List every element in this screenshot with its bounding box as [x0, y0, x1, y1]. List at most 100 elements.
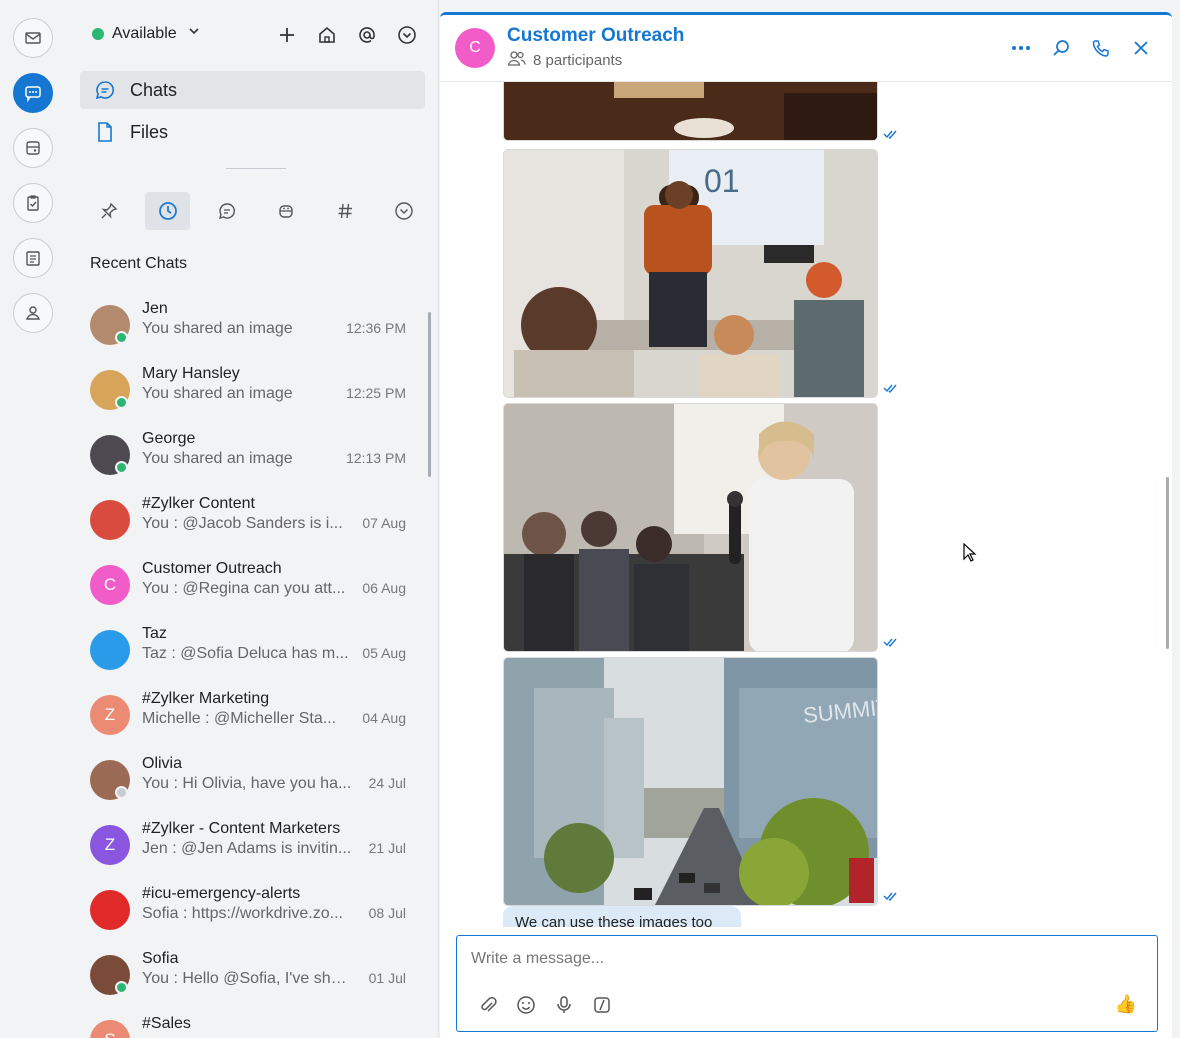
home-icon[interactable]	[314, 22, 340, 48]
chat-list-item[interactable]: S #Sales	[66, 1007, 426, 1038]
participants-count[interactable]: 8 participants	[507, 50, 622, 70]
chat-timestamp: 04 Aug	[362, 710, 406, 726]
more-options-icon[interactable]	[394, 22, 420, 48]
search-icon[interactable]	[1050, 37, 1072, 59]
channel-avatar[interactable]: C	[455, 28, 495, 68]
call-icon[interactable]	[1090, 37, 1112, 59]
read-receipt-icon	[883, 634, 899, 652]
shared-image-presenter[interactable]: 01	[503, 149, 878, 398]
chat-list-item[interactable]: Sofia You : Hello @Sofia, I've shar... 01 …	[66, 942, 426, 1007]
message-composer: 👍	[456, 935, 1158, 1032]
format-text-icon[interactable]	[591, 994, 613, 1016]
presence-dot	[115, 396, 128, 409]
thumbs-up-icon[interactable]: 👍	[1115, 994, 1137, 1015]
more-horizontal-icon[interactable]	[1010, 37, 1032, 59]
chat-name: George	[142, 430, 196, 447]
shared-image-city-street[interactable]: SUMMIT	[503, 657, 878, 906]
avatar	[90, 890, 130, 930]
chat-bubble-icon	[80, 79, 130, 101]
message-scrollbar[interactable]	[1166, 477, 1169, 649]
direct-chats-icon[interactable]	[204, 192, 249, 230]
emoji-icon[interactable]	[515, 994, 537, 1016]
presence-dot	[115, 786, 128, 799]
nav-files[interactable]: Files	[80, 113, 425, 151]
bots-icon[interactable]	[263, 192, 308, 230]
tasks-icon[interactable]	[13, 183, 53, 223]
chat-list-item[interactable]: Taz Taz : @Sofia Deluca has m... 05 Aug	[66, 617, 426, 682]
close-icon[interactable]	[1130, 37, 1152, 59]
chat-timestamp: 24 Jul	[368, 775, 406, 791]
svg-text:01: 01	[704, 163, 740, 199]
chat-filter-tabs	[86, 192, 426, 230]
channels-hash-icon[interactable]	[322, 192, 367, 230]
recent-clock-icon[interactable]	[145, 192, 190, 230]
chevron-down-icon	[187, 24, 201, 43]
chat-last-message: You shared an image	[142, 385, 293, 402]
sidebar-scrollbar[interactable]	[428, 312, 431, 477]
nav-files-label: Files	[130, 121, 169, 142]
chat-name: #Zylker Marketing	[142, 690, 270, 707]
chat-name: #icu-emergency-alerts	[142, 885, 301, 902]
pin-icon[interactable]	[86, 192, 131, 230]
chat-list-item[interactable]: Mary Hansley You shared an image 12:25 PM	[66, 357, 426, 422]
workdrive-icon[interactable]	[13, 128, 53, 168]
chat-timestamp: 01 Jul	[368, 970, 406, 986]
chat-list-item[interactable]: Z #Zylker - Content Marketers Jen : @Jen A…	[66, 812, 426, 877]
attachment-icon[interactable]	[477, 994, 499, 1016]
header-actions	[1010, 37, 1152, 59]
chat-timestamp: 12:25 PM	[346, 385, 406, 401]
channel-title[interactable]: Customer Outreach	[507, 25, 684, 47]
chat-timestamp: 21 Jul	[368, 840, 406, 856]
more-filters-icon[interactable]	[381, 192, 426, 230]
chat-list-item[interactable]: C Customer Outreach You : @Regina can you …	[66, 552, 426, 617]
chat-last-message: Taz : @Sofia Deluca has m...	[142, 645, 349, 662]
read-receipt-icon	[883, 380, 899, 398]
chat-last-message: You : @Regina can you att...	[142, 580, 346, 597]
cliq-chat-icon[interactable]	[13, 73, 53, 113]
chat-timestamp: 12:36 PM	[346, 320, 406, 336]
chat-last-message: You : Hi Olivia, have you ha...	[142, 775, 352, 792]
chat-name: #Sales	[142, 1015, 191, 1032]
microphone-icon[interactable]	[553, 994, 575, 1016]
plus-icon[interactable]	[274, 22, 300, 48]
chat-name: #Zylker Content	[142, 495, 255, 512]
divider	[226, 168, 286, 169]
chat-list-item[interactable]: Jen You shared an image 12:36 PM	[66, 292, 426, 357]
chat-name: Jen	[142, 300, 168, 317]
text-message-bubble[interactable]: We can use these images too	[503, 906, 741, 927]
chat-name: Mary Hansley	[142, 365, 240, 382]
file-icon	[80, 121, 130, 143]
chat-list-item[interactable]: #Zylker Content You : @Jacob Sanders is i…	[66, 487, 426, 552]
mail-icon[interactable]	[13, 18, 53, 58]
participants-label: 8 participants	[533, 51, 623, 69]
chat-name: #Zylker - Content Marketers	[142, 820, 341, 837]
avatar: C	[90, 565, 130, 605]
shared-image-speaker[interactable]	[503, 403, 878, 652]
presence-status-dropdown[interactable]: Available	[92, 24, 201, 43]
chat-list-item[interactable]: Z #Zylker Marketing Michelle : @Micheller …	[66, 682, 426, 747]
online-status-dot	[92, 27, 104, 40]
nav-chats-label: Chats	[130, 79, 178, 100]
shared-image-meeting-table[interactable]	[503, 82, 878, 141]
chat-list-item[interactable]: Olivia You : Hi Olivia, have you ha... 24 …	[66, 747, 426, 812]
chat-timestamp: 05 Aug	[362, 645, 406, 661]
contacts-icon[interactable]	[13, 293, 53, 333]
presence-dot	[115, 981, 128, 994]
notes-icon[interactable]	[13, 238, 53, 278]
avatar	[90, 630, 130, 670]
chat-last-message: You shared an image	[142, 320, 293, 337]
read-receipt-icon	[883, 126, 899, 144]
message-input[interactable]	[471, 950, 1111, 968]
mouse-cursor-icon	[963, 542, 977, 568]
sidebar: Available Chats Files Recent Chats Jen Yo…	[66, 0, 439, 1038]
chat-last-message: You : Hello @Sofia, I've shar...	[142, 970, 352, 987]
nav-chats[interactable]: Chats	[80, 71, 425, 109]
chat-last-message: You shared an image	[142, 450, 293, 467]
recent-chats-heading: Recent Chats	[90, 255, 187, 272]
chat-name: Olivia	[142, 755, 183, 772]
chat-last-message: Jen : @Jen Adams is invitin...	[142, 840, 352, 857]
chat-list-item[interactable]: George You shared an image 12:13 PM	[66, 422, 426, 487]
chat-list-item[interactable]: #icu-emergency-alerts Sofia : https://wor…	[66, 877, 426, 942]
chat-last-message: Sofia : https://workdrive.zo...	[142, 905, 343, 922]
mentions-icon[interactable]	[354, 22, 380, 48]
